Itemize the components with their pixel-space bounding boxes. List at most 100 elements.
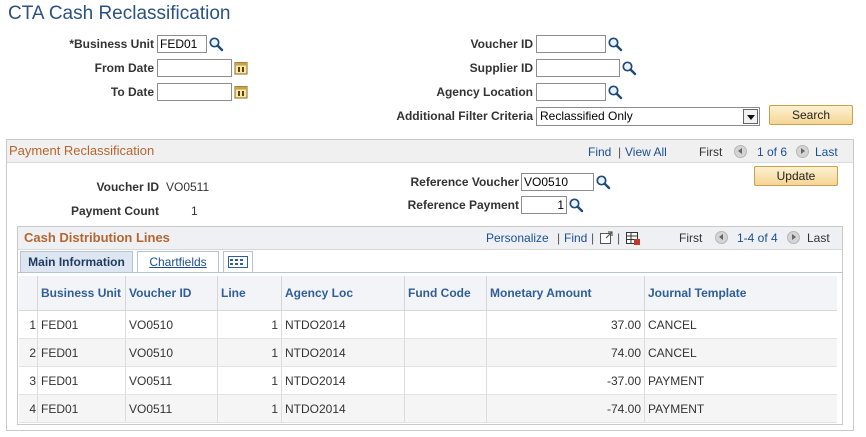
- to-date-input[interactable]: [157, 83, 232, 101]
- cell-journal-template: CANCEL: [644, 338, 837, 367]
- agency-location-lookup-icon[interactable]: [607, 84, 623, 100]
- filter-criteria-value: Reclassified Only: [540, 109, 633, 123]
- from-date-label: From Date: [94, 61, 154, 75]
- cash-distribution-grid: Cash Distribution Lines Personalize | Fi…: [17, 226, 843, 425]
- table-row: 3 FED01 VO0511 1 NTDO2014 -37.00 PAYMENT: [19, 366, 837, 395]
- cell-journal-template: CANCEL: [644, 310, 837, 339]
- reference-voucher-label: Reference Voucher: [410, 175, 520, 189]
- cell-monetary-amount: 37.00: [486, 310, 645, 339]
- voucher-id-input[interactable]: [536, 35, 606, 53]
- cell-business-unit: FED01: [37, 310, 126, 339]
- cell-agency-loc: NTDO2014: [281, 394, 405, 423]
- filter-criteria-label: Additional Filter Criteria: [396, 109, 533, 123]
- column-header-journal-template[interactable]: Journal Template: [644, 276, 837, 311]
- voucher-id-label: Voucher ID: [470, 37, 533, 51]
- page-title: CTA Cash Reclassification: [8, 3, 231, 24]
- cell-business-unit: FED01: [37, 338, 126, 367]
- voucher-id-lookup-icon[interactable]: [607, 36, 623, 52]
- payment-last-link[interactable]: Last: [815, 145, 838, 159]
- payment-counter: 1 of 6: [757, 145, 788, 159]
- tab-chartfields[interactable]: Chartfields: [137, 251, 219, 272]
- row-number-header: [19, 276, 38, 311]
- column-header-business-unit[interactable]: Business Unit: [37, 276, 126, 311]
- grid-title: Cash Distribution Lines: [24, 230, 170, 245]
- table-row: 1 FED01 VO0510 1 NTDO2014 37.00 CANCEL: [19, 310, 837, 339]
- grid-personalize-link[interactable]: Personalize: [486, 231, 549, 245]
- supplier-id-lookup-icon[interactable]: [621, 60, 637, 76]
- payment-prev-icon[interactable]: [734, 145, 747, 158]
- payment-count-label: Payment Count: [70, 204, 159, 218]
- supplier-id-input[interactable]: [536, 59, 620, 77]
- grid-find-link[interactable]: Find: [564, 231, 587, 245]
- cell-monetary-amount: -37.00: [486, 366, 645, 395]
- cell-fund-code: [404, 394, 487, 423]
- grid-separator-1: |: [557, 231, 561, 245]
- filter-criteria-select[interactable]: Reclassified Only: [536, 107, 760, 126]
- cell-voucher-id: VO0511: [125, 394, 218, 423]
- cell-line: 1: [217, 338, 282, 367]
- payment-next-icon[interactable]: [796, 145, 809, 158]
- cell-agency-loc: NTDO2014: [281, 310, 405, 339]
- view-in-new-window-icon[interactable]: [599, 230, 614, 245]
- from-date-input[interactable]: [157, 59, 232, 77]
- cell-monetary-amount: -74.00: [486, 394, 645, 423]
- cell-fund-code: [404, 366, 487, 395]
- row-number: 3: [19, 366, 38, 395]
- grid-prev-icon[interactable]: [715, 231, 728, 244]
- payment-panel-title: Payment Reclassification: [9, 143, 155, 158]
- from-date-calendar-icon[interactable]: [233, 60, 249, 76]
- distribution-lines-table: Business Unit Voucher ID Line Agency Loc…: [19, 276, 837, 423]
- reference-payment-lookup-icon[interactable]: [568, 197, 584, 213]
- table-row: 2 FED01 VO0510 1 NTDO2014 74.00 CANCEL: [19, 338, 837, 367]
- reference-voucher-input[interactable]: VO0510: [521, 173, 594, 191]
- payment-first-label: First: [699, 145, 723, 159]
- grid-last-label: Last: [807, 231, 830, 245]
- column-header-voucher-id[interactable]: Voucher ID: [125, 276, 218, 311]
- row-number: 2: [19, 338, 38, 367]
- agency-location-input[interactable]: [536, 83, 606, 101]
- column-header-line[interactable]: Line: [217, 276, 282, 311]
- grid-first-label: First: [679, 231, 703, 245]
- row-number: 4: [19, 394, 38, 423]
- columns-icon: [228, 256, 248, 268]
- table-header-row: Business Unit Voucher ID Line Agency Loc…: [19, 276, 837, 311]
- grid-separator-3: |: [617, 231, 621, 245]
- cell-voucher-id: VO0511: [125, 366, 218, 395]
- payment-voucher-id-label: Voucher ID: [96, 180, 159, 194]
- payment-count-value: 1: [191, 204, 198, 218]
- row-number: 1: [19, 310, 38, 339]
- column-header-agency-loc[interactable]: Agency Loc: [281, 276, 405, 311]
- tab-divider: [18, 272, 842, 273]
- download-to-excel-icon[interactable]: [625, 230, 641, 246]
- cell-line: 1: [217, 310, 282, 339]
- show-all-columns-icon[interactable]: [223, 251, 253, 272]
- table-row: 4 FED01 VO0511 1 NTDO2014 -74.00 PAYMENT: [19, 394, 837, 423]
- grid-counter: 1-4 of 4: [737, 231, 778, 245]
- payment-find-link[interactable]: Find: [588, 145, 611, 159]
- cell-journal-template: PAYMENT: [644, 366, 837, 395]
- payment-voucher-id-value: VO0511: [166, 180, 210, 194]
- cell-voucher-id: VO0510: [125, 310, 218, 339]
- reference-payment-label: Reference Payment: [407, 198, 519, 212]
- tab-main-information[interactable]: Main Information: [20, 251, 133, 272]
- to-date-calendar-icon[interactable]: [233, 84, 249, 100]
- business-unit-lookup-icon[interactable]: [208, 36, 224, 52]
- cell-business-unit: FED01: [37, 394, 126, 423]
- dropdown-arrow-icon[interactable]: [743, 109, 758, 124]
- payment-view-all-link[interactable]: View All: [625, 145, 667, 159]
- cell-agency-loc: NTDO2014: [281, 366, 405, 395]
- update-button[interactable]: Update: [754, 166, 838, 186]
- column-header-fund-code[interactable]: Fund Code: [404, 276, 487, 311]
- business-unit-input[interactable]: FED01: [157, 35, 207, 53]
- column-header-monetary-amount[interactable]: Monetary Amount: [486, 276, 645, 311]
- grid-next-icon[interactable]: [787, 231, 800, 244]
- reference-payment-input[interactable]: 1: [521, 196, 567, 214]
- cell-monetary-amount: 74.00: [486, 338, 645, 367]
- agency-location-label: Agency Location: [436, 85, 533, 99]
- reference-voucher-lookup-icon[interactable]: [595, 174, 611, 190]
- cell-business-unit: FED01: [37, 366, 126, 395]
- cell-journal-template: PAYMENT: [644, 394, 837, 423]
- cell-voucher-id: VO0510: [125, 338, 218, 367]
- search-button[interactable]: Search: [769, 105, 853, 125]
- cell-fund-code: [404, 338, 487, 367]
